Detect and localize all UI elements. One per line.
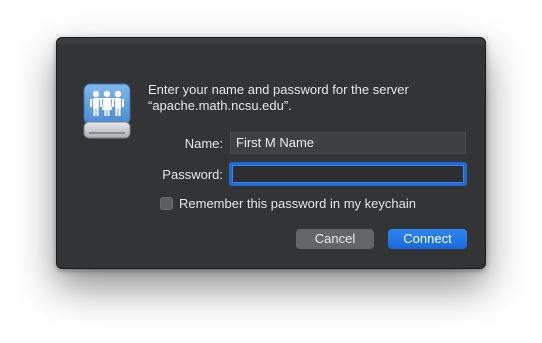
message-line-2: “apache.math.ncsu.edu”.: [148, 98, 292, 113]
remember-label: Remember this password in my keychain: [179, 195, 416, 211]
password-field[interactable]: [229, 162, 467, 186]
message-line-1: Enter your name and password for the ser…: [148, 82, 409, 97]
remember-checkbox[interactable]: [160, 196, 173, 210]
dialog-titlebar: [57, 38, 485, 44]
password-label: Password:: [162, 167, 223, 182]
connect-button[interactable]: Connect: [388, 229, 467, 249]
name-label: Name:: [184, 136, 223, 151]
network-server-icon: [81, 82, 133, 142]
remember-keychain-row[interactable]: Remember this password in my keychain: [160, 194, 416, 212]
name-field[interactable]: First M Name: [230, 132, 466, 154]
dialog-message: Enter your name and password for the ser…: [148, 82, 468, 114]
server-login-dialog: Enter your name and password for the ser…: [56, 37, 486, 269]
cancel-button[interactable]: Cancel: [296, 229, 374, 249]
